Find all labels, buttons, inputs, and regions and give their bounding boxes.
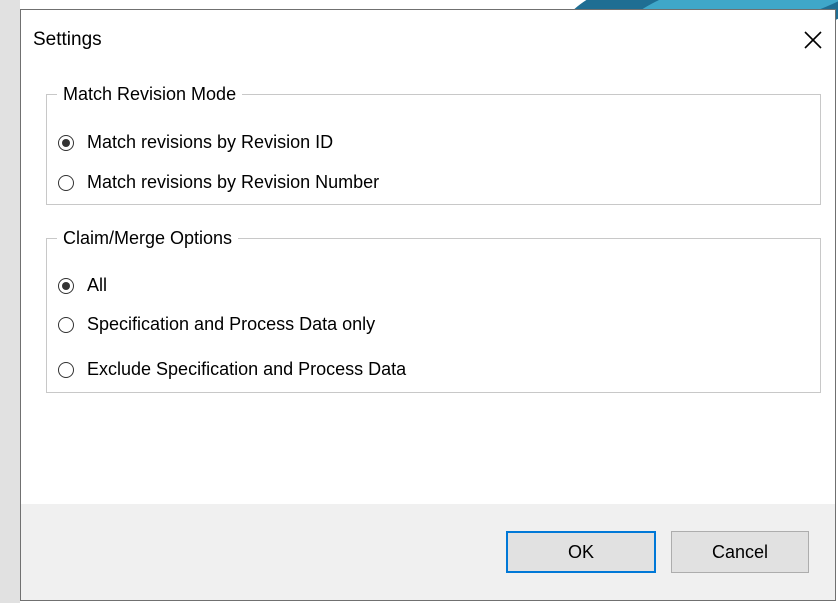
cancel-button[interactable]: Cancel	[671, 531, 809, 573]
ok-button[interactable]: OK	[506, 531, 656, 573]
settings-dialog: Settings Match Revision Mode Match revis…	[20, 9, 836, 601]
radio-label: Match revisions by Revision Number	[87, 172, 380, 192]
radio-spec-process-only[interactable]: Specification and Process Data only	[58, 314, 375, 335]
match-revision-mode-group: Match Revision Mode Match revisions by R…	[46, 84, 821, 205]
background-window-edge	[0, 0, 20, 603]
radio-button-checked[interactable]	[58, 134, 74, 151]
radio-button[interactable]	[58, 361, 74, 378]
radio-button[interactable]	[58, 316, 74, 333]
match-revision-mode-legend: Match Revision Mode	[63, 84, 237, 104]
radio-label: Match revisions by Revision ID	[87, 132, 334, 152]
claim-merge-options-legend: Claim/Merge Options	[63, 228, 233, 248]
radio-match-by-revision-id[interactable]: Match revisions by Revision ID	[58, 132, 333, 153]
dialog-footer: OK Cancel	[21, 504, 835, 600]
radio-label: Specification and Process Data only	[87, 314, 376, 334]
radio-button[interactable]	[58, 174, 74, 191]
close-icon	[804, 31, 822, 49]
close-button[interactable]	[797, 24, 829, 56]
radio-button-checked[interactable]	[58, 277, 74, 294]
radio-exclude-spec-process[interactable]: Exclude Specification and Process Data	[58, 359, 406, 380]
radio-label: All	[87, 275, 108, 295]
dialog-title: Settings	[33, 29, 102, 50]
radio-match-by-revision-number[interactable]: Match revisions by Revision Number	[58, 172, 379, 193]
radio-all[interactable]: All	[58, 275, 107, 296]
claim-merge-options-group: Claim/Merge Options All Specification an…	[46, 228, 821, 393]
radio-label: Exclude Specification and Process Data	[87, 359, 407, 379]
